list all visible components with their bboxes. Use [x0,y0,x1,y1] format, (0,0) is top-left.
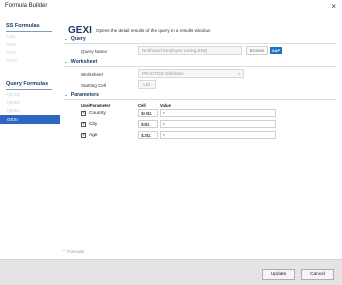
parameter-value-field[interactable]: * [160,131,276,139]
query-formulas-divider [6,89,52,90]
sidebar-item-label: GEXI [7,117,18,122]
worksheet-label: Worksheet [81,72,103,77]
formula-description: Opens the detail results of the query in… [96,28,211,33]
query-section-divider [64,43,336,44]
chevron-down-icon: ⌄ [64,59,68,64]
parameters-section-title: Parameters [70,92,100,98]
sidebar-item-qexc[interactable]: QEXC [7,108,20,113]
parameter-value-field[interactable]: * [160,120,276,128]
starting-cell-label: Starting Cell [81,83,107,88]
formula-builder-window: Formula Builder × SS Formulas GXL GXE GX… [0,0,342,285]
query-name-field[interactable]: Northwind Employee Listing.EDQ [138,46,242,55]
sidebar-item-gxl[interactable]: GXL [7,34,16,39]
window-title: Formula Builder [5,3,48,9]
check-icon[interactable]: ✓ [81,111,86,116]
worksheet-select-value: PRACTICE-Drilldown [142,71,184,76]
worksheet-section-header[interactable]: ⌄ Worksheet [64,59,97,65]
close-icon[interactable]: × [331,2,336,12]
formula-title: GEXI [68,25,92,36]
check-icon[interactable]: ✓ [81,122,86,127]
worksheet-select[interactable]: PRACTICE-Drilldown ▾ [138,69,244,78]
column-header-value: Value [160,103,171,108]
sidebar: SS Formulas GXL GXE GXC GXD Query Formul… [0,16,60,259]
ss-formulas-divider [6,31,52,32]
sidebar-item-gxd[interactable]: GXD [7,58,17,63]
sidebar-item-qexq[interactable]: QEXQ [7,92,20,97]
parameters-section-divider [64,99,336,100]
query-section-title: Query [70,36,86,42]
sidebar-item-qexd[interactable]: QEXD [7,100,20,105]
parameter-cell-field[interactable]: $I$1 [138,120,158,128]
chevron-down-icon: ⌄ [64,92,68,97]
cancel-button[interactable]: Cancel [301,269,334,280]
query-formulas-heading: Query Formulas [6,81,49,87]
dropdown-arrow-icon: ▾ [238,72,240,76]
chevron-up-icon: ⌃ [62,249,66,254]
starting-cell-field[interactable]: L61 [138,80,156,89]
sidebar-item-gxe[interactable]: GXE [7,42,17,47]
worksheet-section-title: Worksheet [70,59,98,65]
parameter-cell-field[interactable]: $J$1 [138,131,158,139]
ss-formulas-heading: SS Formulas [6,23,40,29]
formula-toggle[interactable]: ⌃ Formula [62,249,84,255]
column-header-cell: Cell [138,103,146,108]
parameter-name: City [89,122,98,127]
parameter-name: Country [89,111,106,116]
sidebar-item-gexi[interactable]: GEXI [0,115,60,124]
formula-toggle-label: Formula [67,249,84,254]
parameter-name: Age [89,133,98,138]
main-panel: GEXI Opens the detail results of the que… [60,16,342,259]
query-section-header[interactable]: ⌄ Query [64,36,86,42]
parameter-cell-field[interactable]: $H$1 [138,109,158,117]
query-name-label: Query Name [81,49,108,54]
parameter-value-field[interactable]: * [160,109,276,117]
parameters-section-header[interactable]: ⌄ Parameters [64,92,99,98]
column-header-use: Use/Parameter [81,103,111,108]
title-bar: Formula Builder × [0,0,342,17]
dialog-footer: Update Cancel [0,259,342,285]
browse-button[interactable]: Browse [246,46,268,55]
sap-icon[interactable]: SAP [270,47,282,54]
check-icon[interactable]: ✓ [81,133,86,138]
sidebar-item-gxc[interactable]: GXC [7,50,17,55]
worksheet-section-divider [64,66,336,67]
chevron-down-icon: ⌄ [64,36,68,41]
update-button[interactable]: Update [262,269,295,280]
